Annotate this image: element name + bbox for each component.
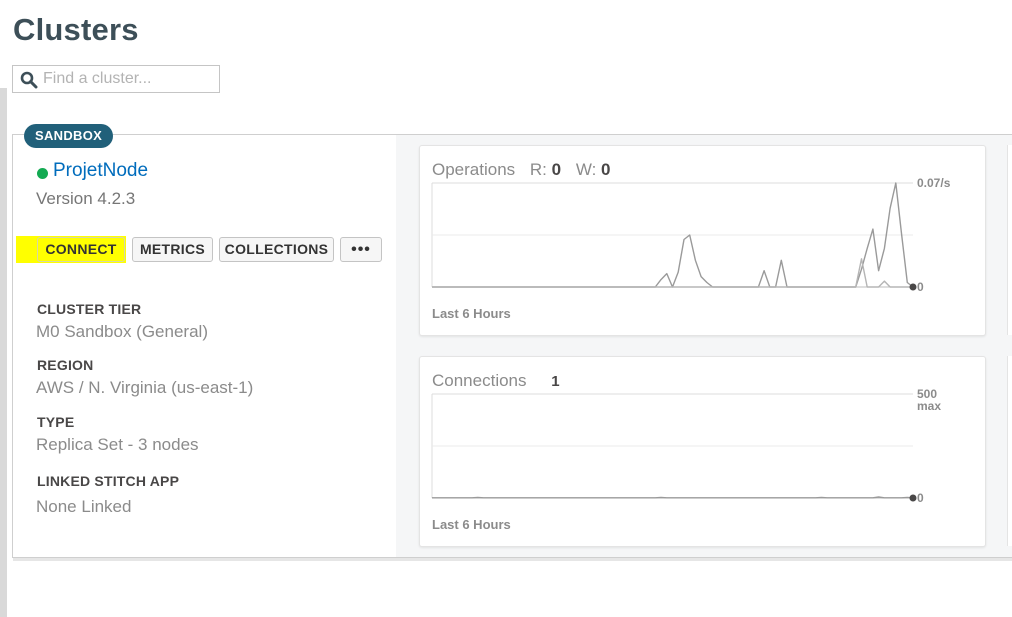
cluster-version: Version 4.2.3 [36, 189, 136, 208]
more-options-button[interactable]: ••• [340, 237, 382, 262]
operations-time-range: Last 6 Hours [432, 306, 511, 321]
chart-series-line-2 [432, 258, 913, 288]
region-value: AWS / N. Virginia (us-east-1) [36, 378, 254, 397]
charts-pane: Operations R: 0 W: 0 0.07/s 0 Last 6 Hou… [396, 135, 1012, 557]
connections-zero-label: 0 [917, 491, 924, 505]
sandbox-badge: SANDBOX [24, 124, 114, 148]
operations-zero-label: 0 [917, 280, 924, 294]
next-chart-card-edge [1007, 145, 1012, 335]
cluster-card: ProjetNode Version 4.2.3 CONNECT METRICS… [12, 134, 1012, 561]
cluster-name-link[interactable]: ProjetNode [53, 160, 148, 182]
page-title: Clusters [13, 12, 139, 47]
cluster-info-pane: ProjetNode Version 4.2.3 CONNECT METRICS… [13, 135, 396, 557]
search-icon [20, 71, 38, 89]
chart-current-point [909, 283, 917, 291]
cluster-search-box[interactable] [12, 65, 220, 93]
left-edge-rule [0, 88, 7, 617]
operations-max-label: 0.07/s [917, 176, 951, 190]
operations-chart-card[interactable]: Operations R: 0 W: 0 0.07/s 0 Last 6 Hou… [419, 145, 986, 336]
search-input[interactable] [43, 69, 215, 89]
metrics-button[interactable]: METRICS [132, 237, 213, 262]
connections-chart-card[interactable]: Connections 1 500 max 0 Last 6 Hours [419, 356, 986, 547]
chart-current-point [909, 494, 917, 502]
region-label: REGION [37, 357, 94, 373]
chart-series-line-1 [432, 496, 914, 499]
connect-button[interactable]: CONNECT [37, 237, 125, 262]
cluster-tier-label: CLUSTER TIER [37, 301, 142, 317]
linked-stitch-app-value: None Linked [36, 497, 132, 516]
cluster-tier-value: M0 Sandbox (General) [36, 322, 208, 341]
next-chart-card-edge-2 [1007, 356, 1012, 546]
type-value: Replica Set - 3 nodes [36, 435, 199, 454]
type-label: TYPE [37, 414, 75, 430]
cluster-status-dot [37, 168, 48, 179]
connections-time-range: Last 6 Hours [432, 517, 511, 532]
connections-max-suffix: max [917, 399, 942, 413]
linked-stitch-app-label: LINKED STITCH APP [37, 473, 180, 489]
collections-button[interactable]: COLLECTIONS [219, 237, 334, 262]
